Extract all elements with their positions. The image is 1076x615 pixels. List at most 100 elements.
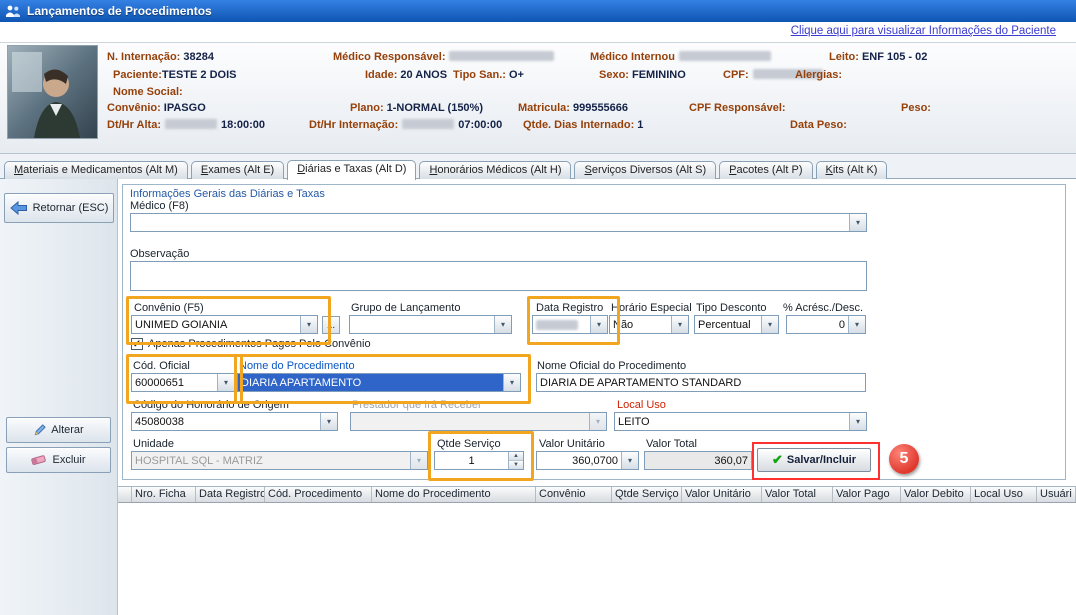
horario-especial-select[interactable]: Não ▾ [609,315,689,334]
field-value: TESTE 2 DOIS [162,69,237,81]
col-valor-pago[interactable]: Valor Pago [833,487,901,502]
col-valor-unitario[interactable]: Valor Unitário [682,487,762,502]
field-value: 1-NORMAL (150%) [387,102,483,114]
field-nome-social: Nome Social: [113,86,183,98]
field-convenio: Convênio:IPASGO [107,102,206,114]
apenas-pagos-checkbox[interactable]: ✓ [131,338,143,350]
tab-pacotes[interactable]: Pacotes (Alt P) [719,161,812,179]
field-value: FEMININO [632,69,686,81]
nome-procedimento-select[interactable]: DIARIA APARTAMENTO ▾ [237,373,521,392]
col-valor-total[interactable]: Valor Total [762,487,833,502]
tab-label: Honorários Médicos (Alt H) [429,164,561,176]
field-value: IPASGO [164,102,206,114]
horario-especial-label: Horário Especial [611,302,692,314]
tab-kits[interactable]: Kits (Alt K) [816,161,888,179]
field-label: Peso: [901,102,931,114]
qtde-servico-label: Qtde Serviço [437,438,501,450]
cod-oficial-value: 60000651 [132,374,217,391]
qtde-servico-stepper[interactable]: 1 ▲ ▼ [434,451,524,470]
cod-honorario-select[interactable]: 45080038 ▾ [131,412,338,431]
field-label: CPF: [723,69,749,81]
data-registro-select[interactable]: ▾ [532,315,608,334]
convenio-value: UNIMED GOIANIA [132,316,300,333]
valor-total-field: 360,07 [644,451,752,470]
field-value: 18:00:00 [221,119,265,131]
valor-unitario-select[interactable]: 360,0700 ▾ [536,451,639,470]
tab-materiais-medicamentos[interactable]: Materiais e Medicamentos (Alt M) [4,161,188,179]
col-qtde-servico[interactable]: Qtde Serviço [612,487,682,502]
salvar-incluir-button[interactable]: ✔ Salvar/Incluir [757,448,871,472]
observacao-input[interactable] [130,261,867,291]
chevron-down-icon[interactable]: ▾ [494,316,511,333]
convenio-label: Convênio (F5) [134,302,204,314]
cod-oficial-select[interactable]: 60000651 ▾ [131,373,235,392]
field-value: 38284 [183,51,214,63]
medico-select[interactable]: ▾ [130,213,867,232]
field-value: 999555666 [573,102,628,114]
procedures-table-body[interactable] [118,503,1076,615]
local-uso-select[interactable]: LEITO ▾ [614,412,867,431]
acresc-desc-label: % Acrésc./Desc. [783,302,863,314]
col-nome-procedimento[interactable]: Nome do Procedimento [372,487,536,502]
unidade-label: Unidade [133,438,174,450]
local-uso-label: Local Uso [617,399,666,411]
chevron-down-icon[interactable]: ▾ [217,374,234,391]
excluir-button[interactable]: Excluir [6,447,111,473]
field-label: Tipo San.: [453,69,506,81]
valor-total-label: Valor Total [646,438,697,450]
redacted-value [679,51,771,61]
field-n-internacao: N. Internação:38284 [107,51,214,63]
nome-oficial-input[interactable]: DIARIA DE APARTAMENTO STANDARD [536,373,866,392]
stepper-up-icon[interactable]: ▲ [509,452,523,460]
stepper-down-icon[interactable]: ▼ [509,460,523,469]
data-registro-value [533,316,590,333]
redacted-value [536,320,578,330]
tab-servicos-diversos[interactable]: Serviços Diversos (Alt S) [574,161,716,179]
valor-unitario-value: 360,0700 [537,452,621,469]
unidade-value: HOSPITAL SQL - MATRIZ [132,452,410,469]
field-label: Convênio: [107,102,161,114]
chevron-down-icon[interactable]: ▾ [590,316,607,333]
tab-honorarios-medicos[interactable]: Honorários Médicos (Alt H) [419,161,571,179]
col-cod-procedimento[interactable]: Cód. Procedimento [265,487,372,502]
field-value: 20 ANOS [400,69,447,81]
convenio-select[interactable]: UNIMED GOIANIA ▾ [131,315,318,334]
chevron-down-icon[interactable]: ▾ [320,413,337,430]
chevron-down-icon[interactable]: ▾ [503,374,520,391]
field-sexo: Sexo:FEMININO [599,69,686,81]
field-value: O+ [509,69,524,81]
tab-label: Exames (Alt E) [201,164,274,176]
apenas-pagos-label: Apenas Procedimentos Pagos Pelo Convênio [148,338,371,350]
field-label: Dt/Hr Alta: [107,119,161,131]
tab-diarias-taxas[interactable]: Diárias e Taxas (Alt D) [287,160,416,180]
acresc-desc-select[interactable]: 0 ▾ [786,315,866,334]
grupo-lancamento-select[interactable]: ▾ [349,315,512,334]
chevron-down-icon[interactable]: ▾ [300,316,317,333]
chevron-down-icon: ▾ [589,413,606,430]
tab-exames[interactable]: Exames (Alt E) [191,161,284,179]
alterar-button[interactable]: Alterar [6,417,111,443]
field-label: Médico Responsável: [333,51,445,63]
patient-photo [7,45,98,139]
col-local-uso[interactable]: Local Uso [971,487,1037,502]
patient-info-link[interactable]: Clique aqui para visualizar Informações … [791,25,1056,37]
tipo-desconto-select[interactable]: Percentual ▾ [694,315,779,334]
col-data-registro[interactable]: Data Registro [196,487,265,502]
prestador-value [351,413,589,430]
col-convenio[interactable]: Convênio [536,487,612,502]
left-sidebar [0,179,118,615]
retornar-button[interactable]: Retornar (ESC) [4,193,114,223]
chevron-down-icon[interactable]: ▾ [621,452,638,469]
col-nro-ficha[interactable]: Nro. Ficha [132,487,196,502]
col-valor-debito[interactable]: Valor Debito [901,487,971,502]
horario-especial-value: Não [610,316,671,333]
chevron-down-icon[interactable]: ▾ [849,214,866,231]
col-usuario[interactable]: Usuári [1037,487,1076,502]
field-matricula: Matricula:999555666 [518,102,628,114]
convenio-browse-button[interactable]: ... [322,316,340,334]
chevron-down-icon[interactable]: ▾ [671,316,688,333]
chevron-down-icon[interactable]: ▾ [848,316,865,333]
chevron-down-icon[interactable]: ▾ [761,316,778,333]
chevron-down-icon[interactable]: ▾ [849,413,866,430]
field-label: Matricula: [518,102,570,114]
